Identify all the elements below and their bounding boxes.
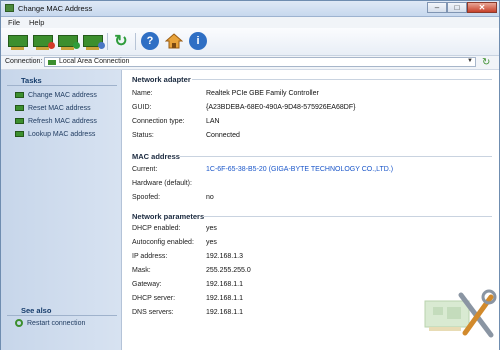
divider	[204, 216, 492, 217]
tasks-header: Tasks	[21, 76, 42, 85]
network-tools-watermark-icon	[424, 289, 497, 338]
divider	[7, 85, 117, 86]
connection-label: Connection:	[5, 58, 43, 65]
row-value: no	[206, 194, 214, 201]
row-label: Autoconfig enabled:	[132, 239, 194, 246]
row-label: Spoofed:	[132, 194, 161, 201]
home-icon	[165, 33, 183, 49]
network-card-refresh-icon	[58, 35, 80, 50]
row-value: LAN	[206, 118, 220, 125]
row-value: {A23BDEBA-68E0-490A-9D48-575926EA68DF}	[206, 104, 356, 111]
current-mac-link[interactable]: 1C-6F-65-38-B5-20 (GIGA-BYTE TECHNOLOGY …	[206, 166, 393, 173]
restart-icon	[15, 319, 23, 327]
divider	[7, 315, 117, 316]
help-icon: ?	[141, 32, 159, 50]
row-label: DHCP server:	[132, 295, 176, 302]
task-label: Reset MAC address	[28, 104, 91, 112]
window-title: Change MAC Address	[18, 4, 93, 13]
help-button[interactable]: ?	[140, 31, 160, 51]
section-title-params: Network parameters	[132, 212, 205, 221]
row-value: yes	[206, 225, 217, 232]
row-label: Name:	[132, 90, 153, 97]
divider	[180, 156, 492, 157]
info-button[interactable]: i	[188, 31, 208, 51]
app-window: Change MAC Address – □ ✕ File Help ↻ ? i…	[0, 0, 500, 350]
row-value: 192.168.1.3	[206, 253, 243, 260]
lookup-mac-button[interactable]	[82, 31, 105, 51]
see-also-header: See also	[21, 306, 52, 315]
network-card-icon	[8, 35, 28, 50]
network-card-reset-icon	[15, 105, 24, 111]
row-value: 192.168.1.1	[206, 309, 243, 316]
task-restart-connection[interactable]: Restart connection	[15, 318, 85, 328]
connection-value: Local Area Connection	[59, 58, 130, 65]
refresh-icon: ↻	[114, 33, 128, 50]
row-label: GUID:	[132, 104, 152, 111]
task-refresh-mac[interactable]: Refresh MAC address	[15, 116, 97, 126]
app-icon	[5, 4, 14, 12]
row-label: Status:	[132, 132, 154, 139]
minimize-button[interactable]: –	[427, 2, 447, 13]
row-value: 255.255.255.0	[206, 267, 251, 274]
maximize-button[interactable]: □	[447, 2, 467, 13]
info-icon: i	[189, 32, 207, 50]
network-card-lookup-icon	[15, 131, 24, 137]
task-label: Change MAC address	[28, 91, 97, 99]
row-label: DHCP enabled:	[132, 225, 181, 232]
change-mac-button[interactable]	[7, 31, 29, 51]
task-lookup-mac[interactable]: Lookup MAC address	[15, 129, 95, 139]
row-label: IP address:	[132, 253, 168, 260]
section-title-mac: MAC address	[132, 152, 180, 161]
toolbar: ↻ ? i	[1, 28, 499, 56]
menu-help[interactable]: Help	[29, 18, 44, 27]
network-icon	[48, 60, 56, 65]
toolbar-separator	[135, 33, 136, 50]
row-label: Gateway:	[132, 281, 162, 288]
reset-mac-button[interactable]	[32, 31, 55, 51]
row-label: Current:	[132, 166, 158, 173]
sidebar: Tasks Change MAC address Reset MAC addre…	[1, 70, 122, 350]
network-card-reset-icon	[33, 35, 55, 50]
task-label: Lookup MAC address	[28, 130, 96, 138]
menu-bar: File Help	[1, 17, 499, 28]
menu-file[interactable]: File	[8, 18, 20, 27]
close-button[interactable]: ✕	[467, 2, 497, 13]
task-change-mac[interactable]: Change MAC address	[15, 90, 97, 100]
row-value: yes	[206, 239, 217, 246]
refresh-mac-button[interactable]	[57, 31, 80, 51]
task-label: Refresh MAC address	[28, 117, 97, 125]
network-card-refresh-icon	[15, 118, 24, 124]
divider	[192, 79, 492, 80]
connection-bar: Connection: Local Area Connection ▼ ↻	[1, 56, 499, 70]
row-value: Realtek PCIe GBE Family Controller	[206, 90, 319, 97]
connection-dropdown[interactable]: Local Area Connection ▼	[44, 57, 476, 67]
home-button[interactable]	[164, 31, 184, 51]
title-bar[interactable]: Change MAC Address – □ ✕	[1, 1, 499, 17]
task-label: Restart connection	[27, 319, 86, 327]
connection-refresh-icon[interactable]: ↻	[482, 57, 494, 68]
network-card-lookup-icon	[83, 35, 105, 50]
network-card-icon	[15, 92, 24, 98]
row-label: DNS servers:	[132, 309, 174, 316]
chevron-down-icon: ▼	[467, 58, 473, 64]
toolbar-separator	[107, 33, 108, 50]
row-label: Connection type:	[132, 118, 185, 125]
row-label: Hardware (default):	[132, 180, 192, 187]
section-title-adapter: Network adapter	[132, 75, 191, 84]
row-value: 192.168.1.1	[206, 281, 243, 288]
row-value: 192.168.1.1	[206, 295, 243, 302]
row-label: Mask:	[132, 267, 151, 274]
task-reset-mac[interactable]: Reset MAC address	[15, 103, 91, 113]
row-value: Connected	[206, 132, 240, 139]
refresh-button[interactable]: ↻	[111, 31, 131, 51]
